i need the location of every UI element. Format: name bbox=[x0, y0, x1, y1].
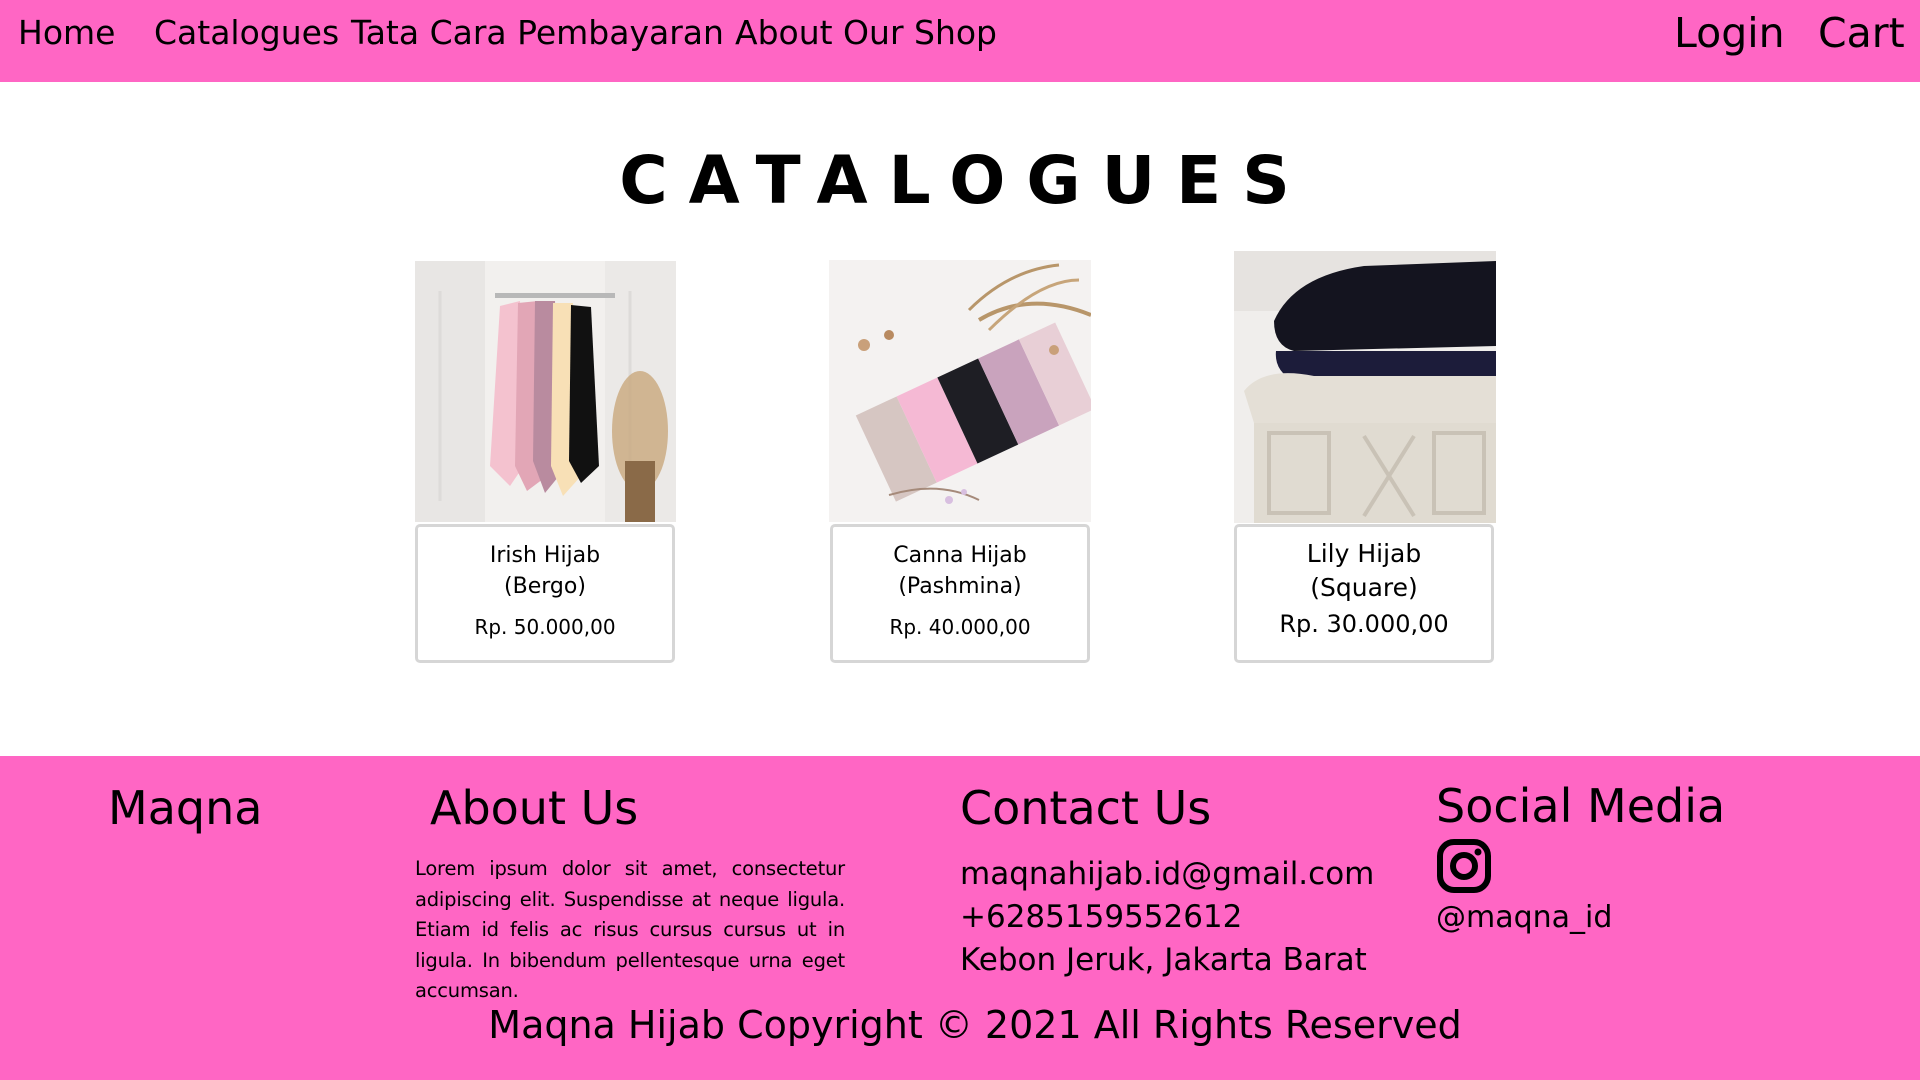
folded-pashmina-photo bbox=[829, 260, 1091, 522]
product-price: Rp. 50.000,00 bbox=[474, 615, 616, 639]
product-name: Canna Hijab bbox=[893, 543, 1027, 568]
product-price: Rp. 30.000,00 bbox=[1279, 610, 1449, 638]
hanging-hijabs-photo bbox=[415, 261, 676, 522]
stacked-square-hijab-photo bbox=[1234, 251, 1496, 523]
footer: Maqna About Us Lorem ipsum dolor sit ame… bbox=[0, 756, 1920, 1080]
product-card-canna-hijab[interactable]: Canna Hijab (Pashmina) Rp. 40.000,00 bbox=[830, 524, 1090, 663]
product-variant: (Square) bbox=[1310, 573, 1418, 602]
contact-phone[interactable]: +6285159552612 bbox=[960, 896, 1242, 938]
page-title: CATALOGUES bbox=[619, 142, 1311, 219]
product-name: Lily Hijab bbox=[1306, 539, 1422, 568]
nav-payment-link[interactable]: Tata Cara Pembayaran bbox=[351, 12, 724, 54]
footer-brand: Maqna bbox=[108, 781, 263, 835]
social-media-heading: Social Media bbox=[1436, 779, 1726, 833]
about-us-text: Lorem ipsum dolor sit amet, consectetur … bbox=[415, 857, 845, 1002]
instagram-handle[interactable]: @maqna_id bbox=[1436, 898, 1612, 938]
nav-about-link[interactable]: About Our Shop bbox=[735, 12, 997, 54]
product-name: Irish Hijab bbox=[489, 543, 601, 568]
contact-address: Kebon Jeruk, Jakarta Barat bbox=[960, 942, 1367, 978]
nav-home-link[interactable]: Home bbox=[18, 12, 115, 54]
instagram-icon[interactable] bbox=[1436, 838, 1492, 894]
nav-catalogues-link[interactable]: Catalogues bbox=[154, 12, 339, 54]
contact-us-heading: Contact Us bbox=[960, 781, 1212, 835]
nav-login-link[interactable]: Login bbox=[1674, 8, 1785, 58]
product-image-irish-hijab[interactable] bbox=[415, 261, 676, 522]
copyright-text: Maqna Hijab Copyright © 2021 All Rights … bbox=[488, 1003, 1462, 1047]
product-image-canna-hijab[interactable] bbox=[829, 260, 1091, 522]
product-card-lily-hijab[interactable]: Lily Hijab (Square) Rp. 30.000,00 bbox=[1234, 524, 1494, 663]
nav-cart-link[interactable]: Cart bbox=[1818, 8, 1905, 58]
product-variant: (Pashmina) bbox=[898, 574, 1022, 599]
contact-email[interactable]: maqnahijab.id@gmail.com bbox=[960, 853, 1374, 895]
about-us-heading: About Us bbox=[430, 781, 639, 835]
product-card-irish-hijab[interactable]: Irish Hijab (Bergo) Rp. 50.000,00 bbox=[415, 524, 675, 663]
product-price: Rp. 40.000,00 bbox=[889, 615, 1031, 639]
product-variant: (Bergo) bbox=[504, 574, 586, 599]
product-image-lily-hijab[interactable] bbox=[1234, 251, 1496, 523]
top-navbar: Home Catalogues Tata Cara Pembayaran Abo… bbox=[0, 0, 1920, 82]
